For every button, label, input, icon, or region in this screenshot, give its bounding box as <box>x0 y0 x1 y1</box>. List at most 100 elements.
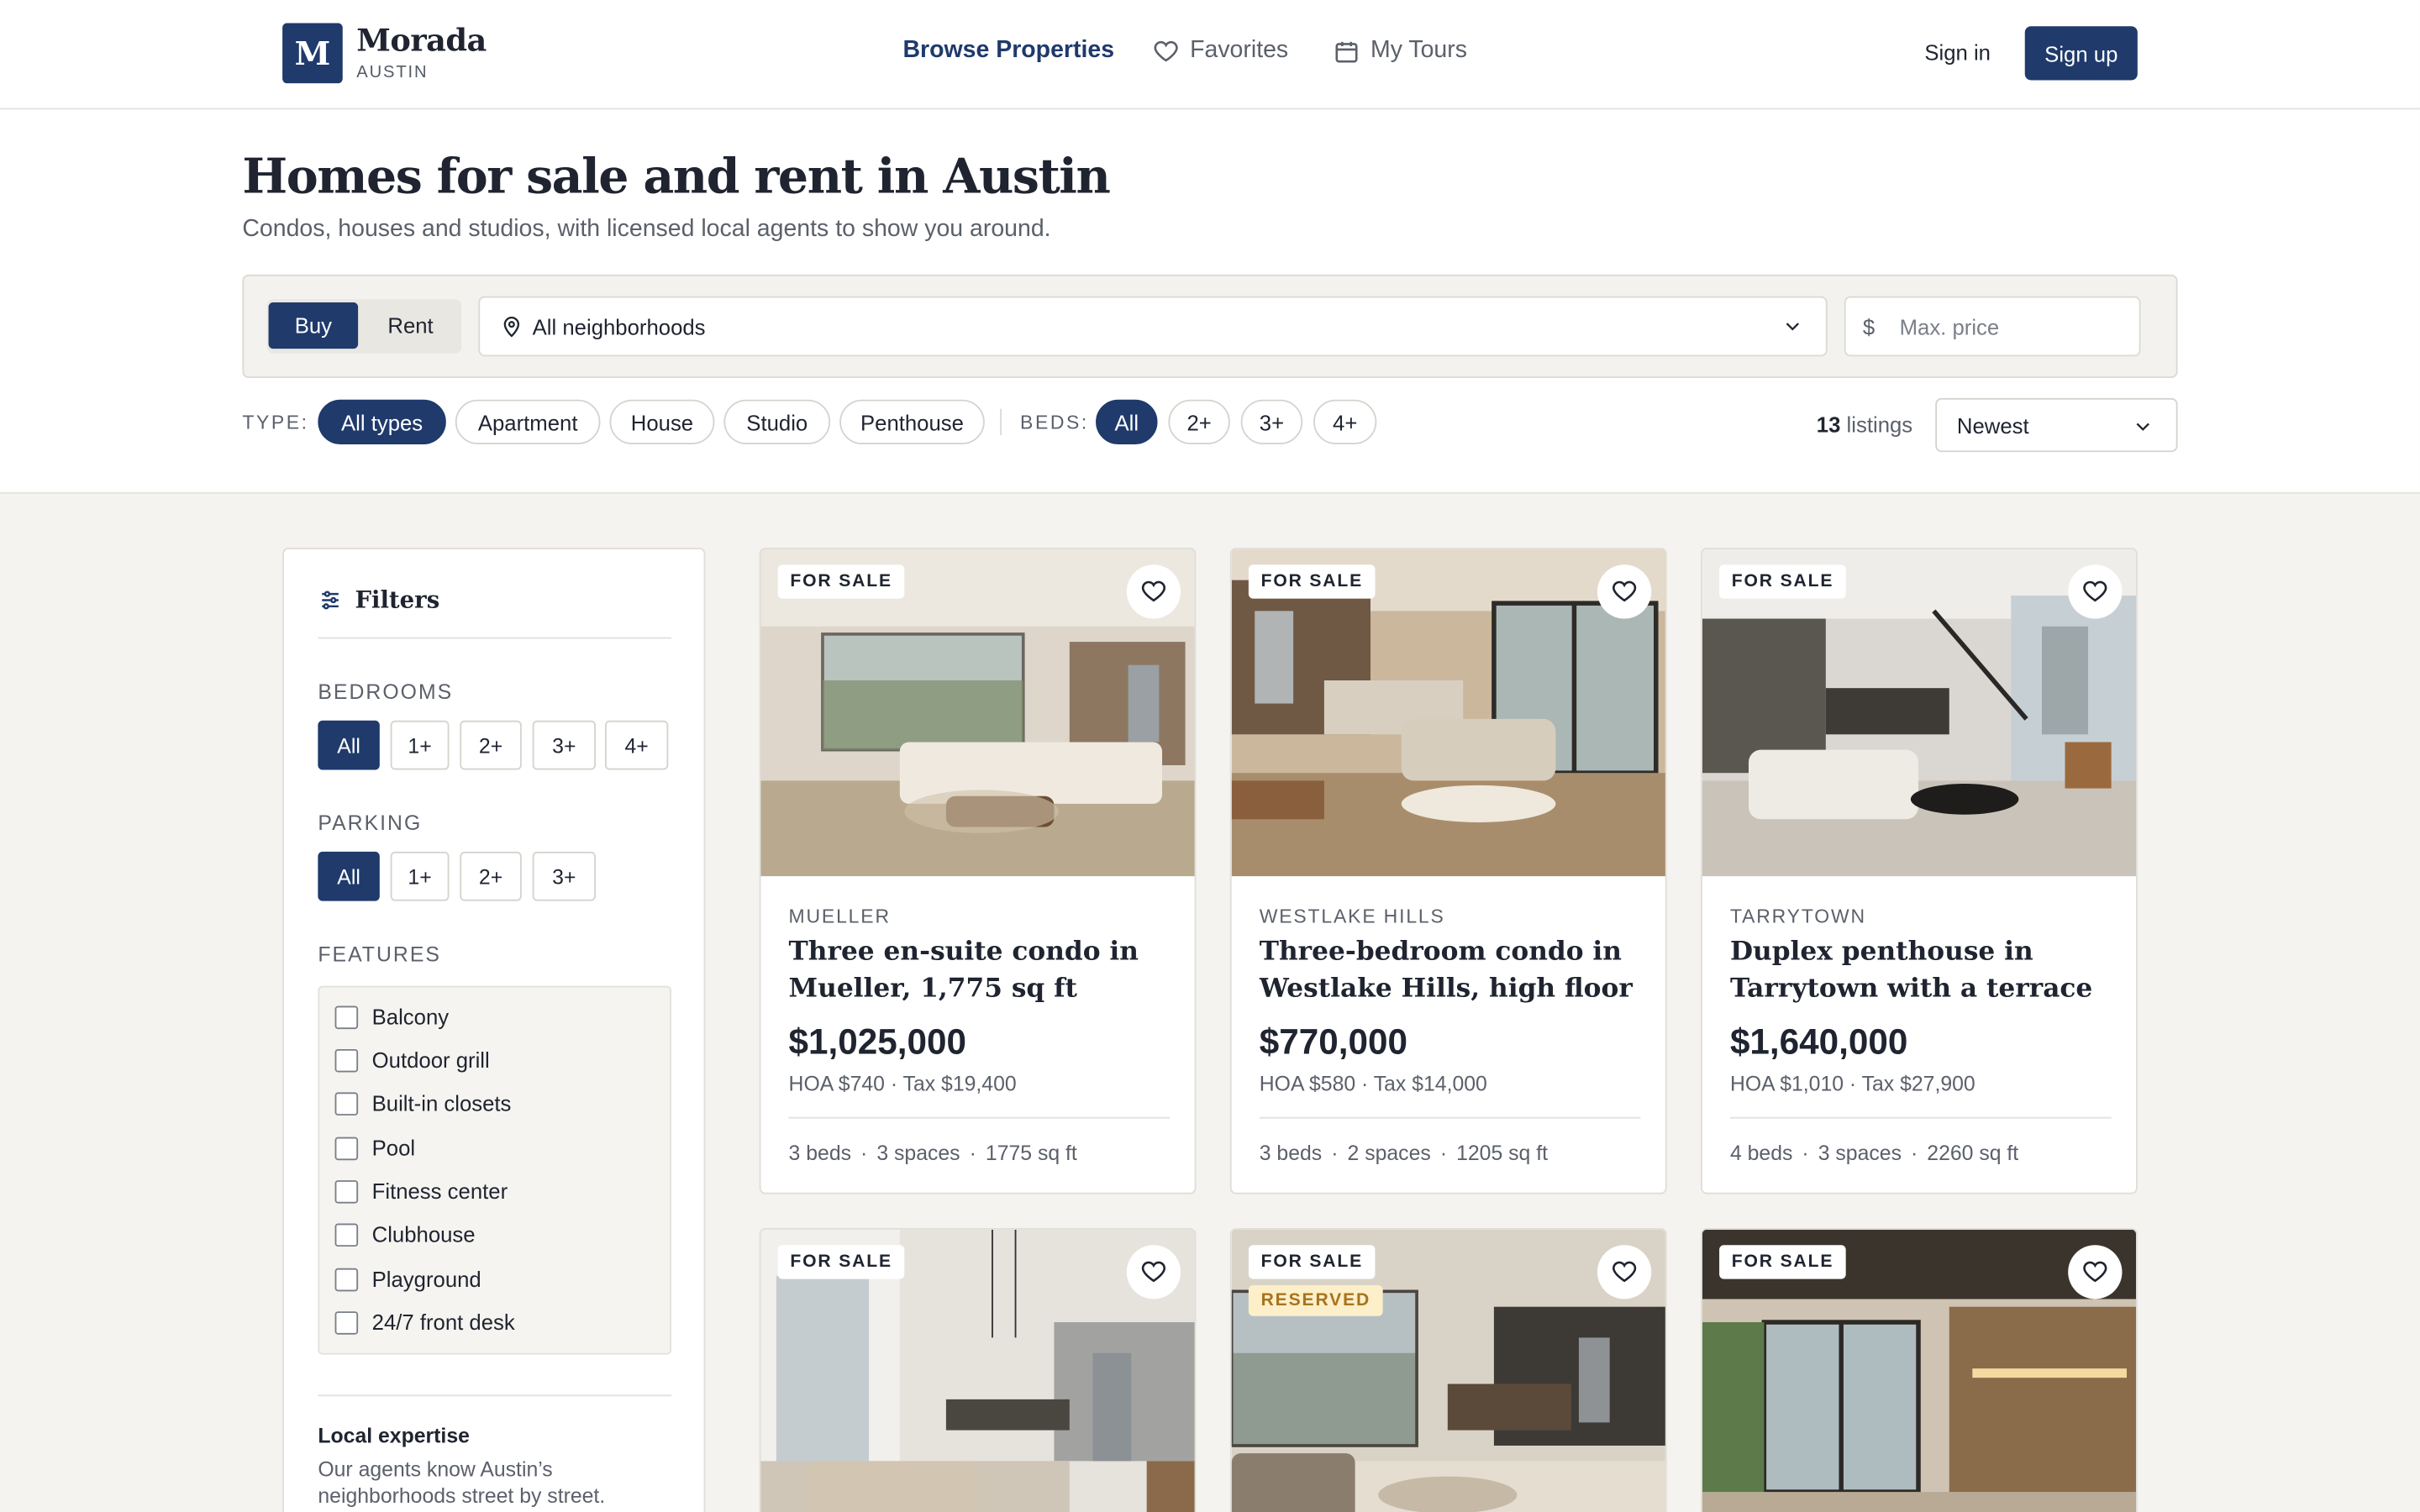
listing-card[interactable]: FOR SALE <box>1701 1228 2138 1512</box>
max-price-field[interactable]: $ <box>1844 296 2141 357</box>
checkbox[interactable] <box>334 1179 359 1203</box>
listing-photo[interactable]: FOR SALE <box>760 549 1195 877</box>
type-pill-house[interactable]: House <box>609 399 715 444</box>
feature-pool[interactable]: Pool <box>334 1136 415 1160</box>
favorite-button[interactable] <box>1126 1245 1181 1299</box>
nav-favorites[interactable]: Favorites <box>1153 37 1288 65</box>
beds-pill-3plus[interactable]: 3+ <box>1240 399 1303 444</box>
listing-title[interactable]: Three-bedroom condo in Westlake Hills, h… <box>1260 933 1645 1007</box>
nav-browse-properties[interactable]: Browse Properties <box>902 37 1114 65</box>
rent-toggle-button[interactable]: Rent <box>363 302 459 349</box>
divider <box>1259 1116 1641 1119</box>
listing-title[interactable]: Duplex penthouse in Tarrytown with a ter… <box>1730 933 2116 1007</box>
type-pill-penthouse[interactable]: Penthouse <box>839 399 985 444</box>
listing-price: $1,640,000 <box>1729 1021 1908 1062</box>
checkbox[interactable] <box>334 1048 359 1072</box>
favorite-button[interactable] <box>1597 564 1652 619</box>
status-tag: FOR SALE <box>1719 1245 1846 1279</box>
type-pill-studio[interactable]: Studio <box>723 399 831 444</box>
brand-city: AUSTIN <box>356 63 429 82</box>
checkbox[interactable] <box>334 1222 359 1247</box>
favorite-button[interactable] <box>2068 564 2123 619</box>
favorite-button[interactable] <box>1126 564 1181 619</box>
parking-chip-all[interactable]: All <box>318 851 380 901</box>
filters-title: Filters <box>355 585 440 615</box>
feature-fitness-center[interactable]: Fitness center <box>334 1179 508 1204</box>
bedrooms-chip-3plus[interactable]: 3+ <box>532 720 596 770</box>
parking-label: PARKING <box>318 811 423 835</box>
page-subtitle: Condos, houses and studios, with license… <box>242 216 1051 243</box>
parking-chip-1plus[interactable]: 1+ <box>390 851 450 901</box>
max-price-input[interactable] <box>1899 313 2116 339</box>
listing-fees: HOA $1,010 · Tax $27,900 <box>1729 1072 1975 1096</box>
bedrooms-chip-4plus[interactable]: 4+ <box>604 720 669 770</box>
listing-fees: HOA $580 · Tax $14,000 <box>1259 1072 1487 1096</box>
listing-photo[interactable]: FOR SALE <box>1702 549 2136 877</box>
bedrooms-chip-2plus[interactable]: 2+ <box>460 720 522 770</box>
checkbox[interactable] <box>334 1091 359 1116</box>
listing-card[interactable]: FOR SALE MUELLER Three en-suite condo in… <box>759 548 1197 1194</box>
sliders-icon <box>322 591 339 610</box>
checkbox[interactable] <box>334 1005 359 1029</box>
listing-neighborhood: WESTLAKE HILLS <box>1259 906 1445 927</box>
listing-neighborhood: TARRYTOWN <box>1729 906 1866 927</box>
feature-clubhouse[interactable]: Clubhouse <box>334 1222 476 1247</box>
logo-mark[interactable]: M <box>282 23 343 84</box>
top-navigation-bar: M Morada AUSTIN Browse Properties Favori… <box>0 0 2420 110</box>
listing-title[interactable]: Three en-suite condo in Mueller, 1,775 s… <box>789 933 1175 1007</box>
beds-pill-2plus[interactable]: 2+ <box>1168 399 1230 444</box>
favorite-button[interactable] <box>2068 1245 2123 1299</box>
buy-toggle-button[interactable]: Buy <box>268 302 359 349</box>
divider <box>318 1394 671 1397</box>
parking-chip-3plus[interactable]: 3+ <box>532 851 596 901</box>
listing-price: $1,025,000 <box>788 1021 967 1062</box>
nav-my-tours-label: My Tours <box>1370 37 1467 64</box>
sign-in-link[interactable]: Sign in <box>1924 40 1991 65</box>
listing-photo[interactable]: FOR SALE <box>760 1229 1195 1512</box>
beds-pill-4plus[interactable]: 4+ <box>1313 399 1377 444</box>
location-pin-icon <box>503 317 520 338</box>
heart-icon <box>1612 1261 1637 1283</box>
listing-card[interactable]: FOR SALE RESERVED <box>1229 1228 1667 1512</box>
nav-my-tours[interactable]: My Tours <box>1334 37 1467 65</box>
brand-name[interactable]: Morada <box>356 22 487 59</box>
listing-photo[interactable]: FOR SALE <box>1702 1229 2136 1512</box>
listing-photo[interactable]: FOR SALE <box>1231 549 1665 877</box>
status-tag: FOR SALE <box>777 1245 905 1279</box>
beds-count: 4 beds <box>1729 1142 1793 1165</box>
filters-heading: Filters <box>318 586 439 614</box>
checkbox[interactable] <box>334 1267 359 1291</box>
listing-photo[interactable]: FOR SALE RESERVED <box>1231 1229 1665 1512</box>
checkbox[interactable] <box>334 1136 359 1160</box>
search-panel: Buy Rent All neighborhoods $ <box>242 274 2178 378</box>
parking-chip-2plus[interactable]: 2+ <box>460 851 522 901</box>
feature-playground[interactable]: Playground <box>334 1267 481 1291</box>
feature-front-desk[interactable]: 24/7 front desk <box>334 1310 515 1335</box>
neighborhood-select[interactable]: All neighborhoods <box>478 296 1828 357</box>
type-pill-apartment[interactable]: Apartment <box>455 399 601 444</box>
feature-balcony[interactable]: Balcony <box>334 1005 449 1029</box>
listing-card[interactable]: FOR SALE <box>759 1228 1197 1512</box>
favorite-button[interactable] <box>1597 1245 1652 1299</box>
listing-card[interactable]: FOR SALE WESTLAKE HILLS Three-bedroom co… <box>1229 548 1667 1194</box>
nav-browse-label: Browse Properties <box>902 37 1115 64</box>
bedrooms-chip-all[interactable]: All <box>318 720 380 770</box>
listing-count-label: listings <box>1846 412 1913 437</box>
listing-card[interactable]: FOR SALE TARRYTOWN Duplex penthouse in T… <box>1701 548 2138 1194</box>
sign-up-button[interactable]: Sign up <box>2024 26 2138 81</box>
sort-select[interactable]: Newest <box>1935 397 2178 453</box>
feature-label: Built-in closets <box>371 1090 512 1116</box>
status-tag: FOR SALE <box>1248 564 1376 599</box>
feature-built-in-closets[interactable]: Built-in closets <box>334 1090 512 1116</box>
beds-pill-all[interactable]: All <box>1096 399 1158 444</box>
buy-rent-toggle: Buy Rent <box>266 299 462 354</box>
parking-count: 2 spaces <box>1347 1142 1431 1165</box>
checkbox[interactable] <box>334 1310 359 1334</box>
type-pill-all[interactable]: All types <box>318 399 446 444</box>
area: 1205 sq ft <box>1456 1142 1549 1165</box>
type-filter-label: TYPE: <box>242 412 309 434</box>
listing-price: $770,000 <box>1259 1021 1407 1062</box>
bedrooms-chip-1plus[interactable]: 1+ <box>390 720 450 770</box>
listing-stats: 4 beds · 3 spaces · 2260 sq ft <box>1729 1142 2019 1165</box>
feature-outdoor-grill[interactable]: Outdoor grill <box>334 1047 490 1073</box>
